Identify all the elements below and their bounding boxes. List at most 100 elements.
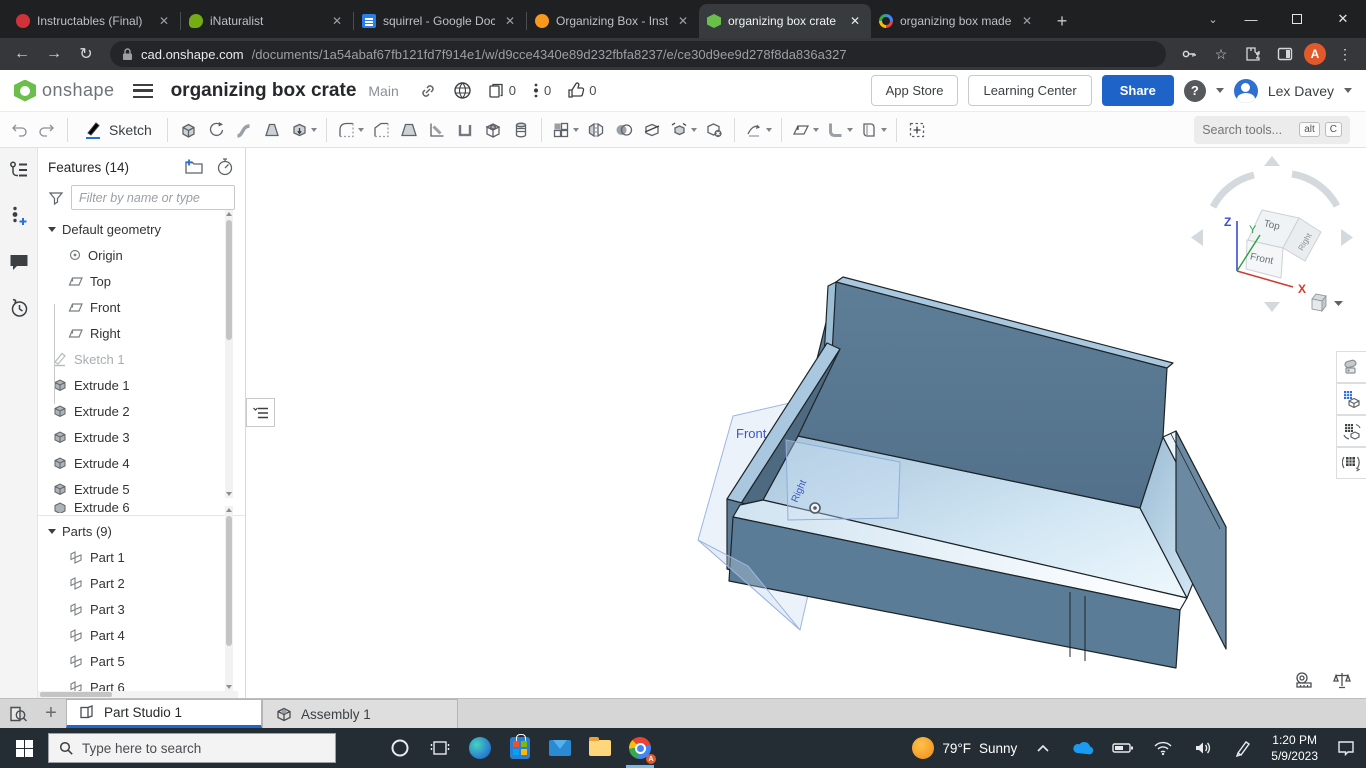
copies-counter[interactable]: 0	[488, 82, 516, 99]
likes-counter[interactable]: 0	[567, 82, 596, 99]
transform-icon[interactable]	[667, 115, 699, 145]
sheet-metal-flange-icon[interactable]	[823, 115, 855, 145]
onedrive-icon[interactable]	[1063, 728, 1103, 768]
view-tool-rotate-cube-icon[interactable]	[1336, 415, 1366, 447]
minimize-button[interactable]: —	[1228, 0, 1274, 38]
comments-panel-icon[interactable]	[8, 252, 30, 277]
view-tool-appearance-icon[interactable]	[1336, 351, 1366, 383]
transform-dropdown-caret-icon[interactable]	[691, 128, 697, 132]
search-tools-input[interactable]	[1202, 123, 1294, 137]
loft-icon[interactable]	[259, 115, 285, 145]
view-tool-animate-icon[interactable]	[1336, 447, 1366, 479]
undo-button[interactable]	[6, 115, 32, 145]
browser-profile-avatar[interactable]: A	[1304, 43, 1326, 65]
volume-icon[interactable]	[1183, 728, 1223, 768]
flange-dropdown-caret-icon[interactable]	[847, 128, 853, 132]
filter-funnel-icon[interactable]	[48, 190, 64, 206]
side-panel-icon[interactable]	[1272, 41, 1298, 67]
part-row-5[interactable]: Part 5	[38, 648, 245, 674]
new-folder-icon[interactable]	[183, 158, 205, 176]
new-tab-button[interactable]: +	[1047, 6, 1077, 36]
search-tools[interactable]: alt C	[1194, 116, 1350, 144]
history-panel-icon[interactable]	[8, 297, 30, 324]
rotate-up-arrow-icon[interactable]	[1264, 156, 1280, 166]
learning-center-button[interactable]: Learning Center	[968, 75, 1091, 106]
chrome-taskbar-icon[interactable]: A	[620, 728, 660, 768]
extrude-icon[interactable]	[175, 115, 201, 145]
part-row-1[interactable]: Part 1	[38, 544, 245, 570]
cortana-icon[interactable]	[380, 728, 420, 768]
pen-icon[interactable]	[1223, 728, 1263, 768]
feature-row-extrude5[interactable]: Extrude 5	[38, 476, 245, 502]
fillet-dropdown-caret-icon[interactable]	[358, 128, 364, 132]
fillet-icon[interactable]	[334, 115, 366, 145]
user-avatar[interactable]	[1234, 79, 1258, 103]
enclose-icon[interactable]	[857, 115, 889, 145]
sketch-button[interactable]: Sketch	[75, 115, 160, 145]
reload-button[interactable]: ↻	[72, 40, 100, 68]
add-tab-button[interactable]: +	[36, 699, 66, 728]
delete-part-icon[interactable]	[701, 115, 727, 145]
sweep-icon[interactable]	[231, 115, 257, 145]
extensions-puzzle-icon[interactable]	[1240, 41, 1266, 67]
chevron-down-icon[interactable]	[48, 227, 56, 232]
feature-row-sketch1[interactable]: Sketch 1	[38, 346, 245, 372]
browser-tab-squirrel-docs[interactable]: squirrel - Google Docs ✕	[354, 4, 526, 38]
feature-row-top-plane[interactable]: Top	[38, 268, 245, 294]
part-row-3[interactable]: Part 3	[38, 596, 245, 622]
browser-tab-inaturalist[interactable]: iNaturalist ✕	[181, 4, 353, 38]
browser-tab-google-search[interactable]: organizing box made ✕	[871, 4, 1043, 38]
draft-icon[interactable]	[396, 115, 422, 145]
pattern-dropdown-caret-icon[interactable]	[573, 128, 579, 132]
feature-group-default-geometry[interactable]: Default geometry	[38, 216, 245, 242]
taskbar-weather[interactable]: 79°F Sunny	[912, 737, 1017, 759]
tab-close-icon[interactable]: ✕	[156, 13, 172, 29]
feature-row-extrude3[interactable]: Extrude 3	[38, 424, 245, 450]
move-face-dropdown-caret-icon[interactable]	[766, 128, 772, 132]
mail-icon[interactable]	[540, 728, 580, 768]
plane-dropdown-caret-icon[interactable]	[813, 128, 819, 132]
help-icon[interactable]: ?	[1184, 80, 1206, 102]
wifi-icon[interactable]	[1143, 728, 1183, 768]
share-button[interactable]: Share	[1102, 75, 1174, 106]
feature-row-extrude1[interactable]: Extrude 1	[38, 372, 245, 398]
versions-counter[interactable]: 0	[532, 82, 551, 99]
split-icon[interactable]	[639, 115, 665, 145]
rotate-right-arrow-icon[interactable]	[1341, 229, 1353, 246]
share-link-icon[interactable]	[419, 82, 437, 100]
viewport[interactable]: Front	[246, 148, 1366, 698]
forward-button[interactable]: →	[40, 40, 68, 68]
tab-close-icon[interactable]: ✕	[502, 13, 518, 29]
chamfer-icon[interactable]	[368, 115, 394, 145]
assembly-tab[interactable]: Assembly 1	[262, 699, 458, 728]
close-button[interactable]: ✕	[1320, 0, 1366, 38]
tab-close-icon[interactable]: ✕	[675, 13, 691, 29]
measure-tape-icon[interactable]	[1294, 671, 1316, 689]
versions-panel-icon[interactable]	[9, 205, 29, 232]
browser-tab-instructables[interactable]: Instructables (Final) ✕	[8, 4, 180, 38]
feature-list-panel-icon[interactable]	[8, 160, 30, 185]
start-button[interactable]	[0, 728, 48, 768]
boolean-icon[interactable]	[611, 115, 637, 145]
part-row-4[interactable]: Part 4	[38, 622, 245, 648]
find-in-document-icon[interactable]	[0, 699, 36, 728]
view-cube-menu[interactable]	[1312, 294, 1343, 311]
viewport-canvas[interactable]: Front	[246, 148, 1366, 698]
battery-icon[interactable]	[1103, 728, 1143, 768]
app-store-button[interactable]: App Store	[871, 75, 959, 106]
tray-expand-chevron-icon[interactable]	[1023, 728, 1063, 768]
bookmark-star-icon[interactable]: ☆	[1208, 41, 1234, 67]
filter-input[interactable]	[71, 185, 235, 210]
feature-row-extrude2[interactable]: Extrude 2	[38, 398, 245, 424]
view-menu-caret-icon[interactable]	[1334, 301, 1343, 306]
taskbar-search[interactable]	[48, 733, 336, 763]
thread-icon[interactable]	[508, 115, 534, 145]
back-button[interactable]: ←	[8, 40, 36, 68]
thicken-dropdown-caret-icon[interactable]	[311, 128, 317, 132]
tab-close-icon[interactable]: ✕	[329, 13, 345, 29]
feature-row-front-plane[interactable]: Front	[38, 294, 245, 320]
edge-icon[interactable]	[460, 728, 500, 768]
browser-tab-organizing-box-instructables[interactable]: Organizing Box - Inst ✕	[527, 4, 699, 38]
task-view-icon[interactable]	[420, 728, 460, 768]
redo-button[interactable]	[34, 115, 60, 145]
